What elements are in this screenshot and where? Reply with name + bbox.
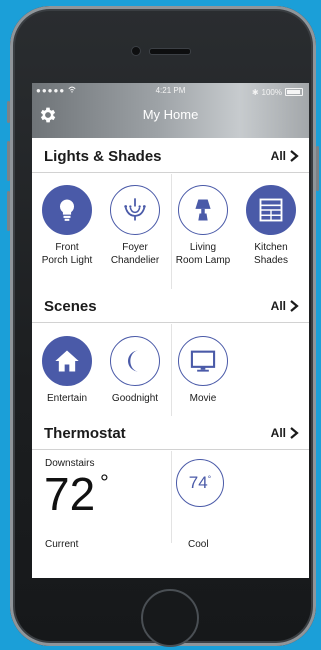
device-toggle[interactable] <box>110 185 160 235</box>
section-title: Lights & Shades <box>44 148 162 165</box>
device-label: Living Room Lamp <box>175 242 231 266</box>
mute-switch <box>7 101 10 123</box>
device-toggle[interactable] <box>246 185 296 235</box>
shades-icon <box>259 198 283 222</box>
section-title: Thermostat <box>44 425 126 442</box>
device-living-room-lamp[interactable]: Living Room Lamp <box>169 185 237 267</box>
divider <box>171 451 172 543</box>
thermostat-section: Thermostat All Downstairs 72 ° Current 7… <box>32 415 309 578</box>
mode-label: Cool <box>188 539 209 550</box>
page-title: My Home <box>142 107 199 122</box>
power-button <box>316 146 319 191</box>
scene-movie[interactable]: Movie <box>169 336 237 405</box>
app-screen: ●●●●● 4:21 PM ✱ 100% My Home Lights & Sh… <box>32 83 309 578</box>
device-kitchen-shades[interactable]: Kitchen Shades <box>237 185 305 267</box>
scene-goodnight[interactable]: Goodnight <box>101 336 169 405</box>
setpoint-degree: ° <box>207 474 212 484</box>
section-title: Scenes <box>44 298 97 315</box>
device-toggle[interactable] <box>178 185 228 235</box>
chevron-right-icon <box>290 427 299 439</box>
earpiece-speaker <box>149 48 191 55</box>
all-label: All <box>270 299 286 313</box>
volume-up-button <box>7 141 10 181</box>
lights-header: Lights & Shades All <box>32 138 309 173</box>
thermostat-all-link[interactable]: All <box>271 426 299 440</box>
current-temp-value: 72 <box>44 468 96 520</box>
chevron-right-icon <box>290 300 299 312</box>
chevron-right-icon <box>290 150 299 162</box>
device-front-porch-light[interactable]: Front Porch Light <box>33 185 101 267</box>
top-bar: ●●●●● 4:21 PM ✱ 100% My Home <box>32 83 309 138</box>
setpoint-value: 74 <box>188 473 208 492</box>
lights-all-link[interactable]: All <box>271 149 299 163</box>
scene-label: Goodnight <box>111 393 159 404</box>
scenes-section: Scenes All Entertain Goodnight Movie <box>32 288 309 416</box>
device-foyer-chandelier[interactable]: Foyer Chandelier <box>101 185 169 267</box>
device-label: Foyer Chandelier <box>110 242 160 266</box>
home-button[interactable] <box>141 589 199 647</box>
bluetooth-icon: ✱ <box>251 87 259 97</box>
tv-icon <box>190 350 216 372</box>
device-label: Front Porch Light <box>41 242 93 266</box>
degree-symbol: ° <box>100 470 109 495</box>
scene-toggle[interactable] <box>42 336 92 386</box>
device-label: Kitchen Shades <box>254 242 288 266</box>
volume-down-button <box>7 191 10 231</box>
moon-icon <box>127 350 139 372</box>
device-toggle[interactable] <box>42 185 92 235</box>
setpoint-button[interactable]: 74° <box>176 459 224 507</box>
scenes-all-link[interactable]: All <box>271 299 299 313</box>
all-label: All <box>270 426 286 440</box>
chandelier-icon <box>124 198 146 221</box>
scene-entertain[interactable]: Entertain <box>33 336 101 405</box>
lights-section: Lights & Shades All Front Porch Light Foy… <box>32 138 309 289</box>
scene-toggle[interactable] <box>110 336 160 386</box>
status-battery: ✱ 100% <box>252 86 303 98</box>
scenes-header: Scenes All <box>32 288 309 323</box>
battery-icon <box>285 88 303 96</box>
house-icon <box>55 350 79 372</box>
scene-label: Entertain <box>46 393 88 404</box>
all-label: All <box>270 149 286 163</box>
thermostat-header: Thermostat All <box>32 415 309 450</box>
scene-label: Movie <box>189 393 217 404</box>
battery-percent: 100% <box>261 87 282 97</box>
front-camera <box>131 46 141 56</box>
scene-toggle[interactable] <box>178 336 228 386</box>
lightbulb-icon <box>59 199 75 221</box>
current-label: Current <box>45 539 79 550</box>
lamp-icon <box>195 199 211 221</box>
